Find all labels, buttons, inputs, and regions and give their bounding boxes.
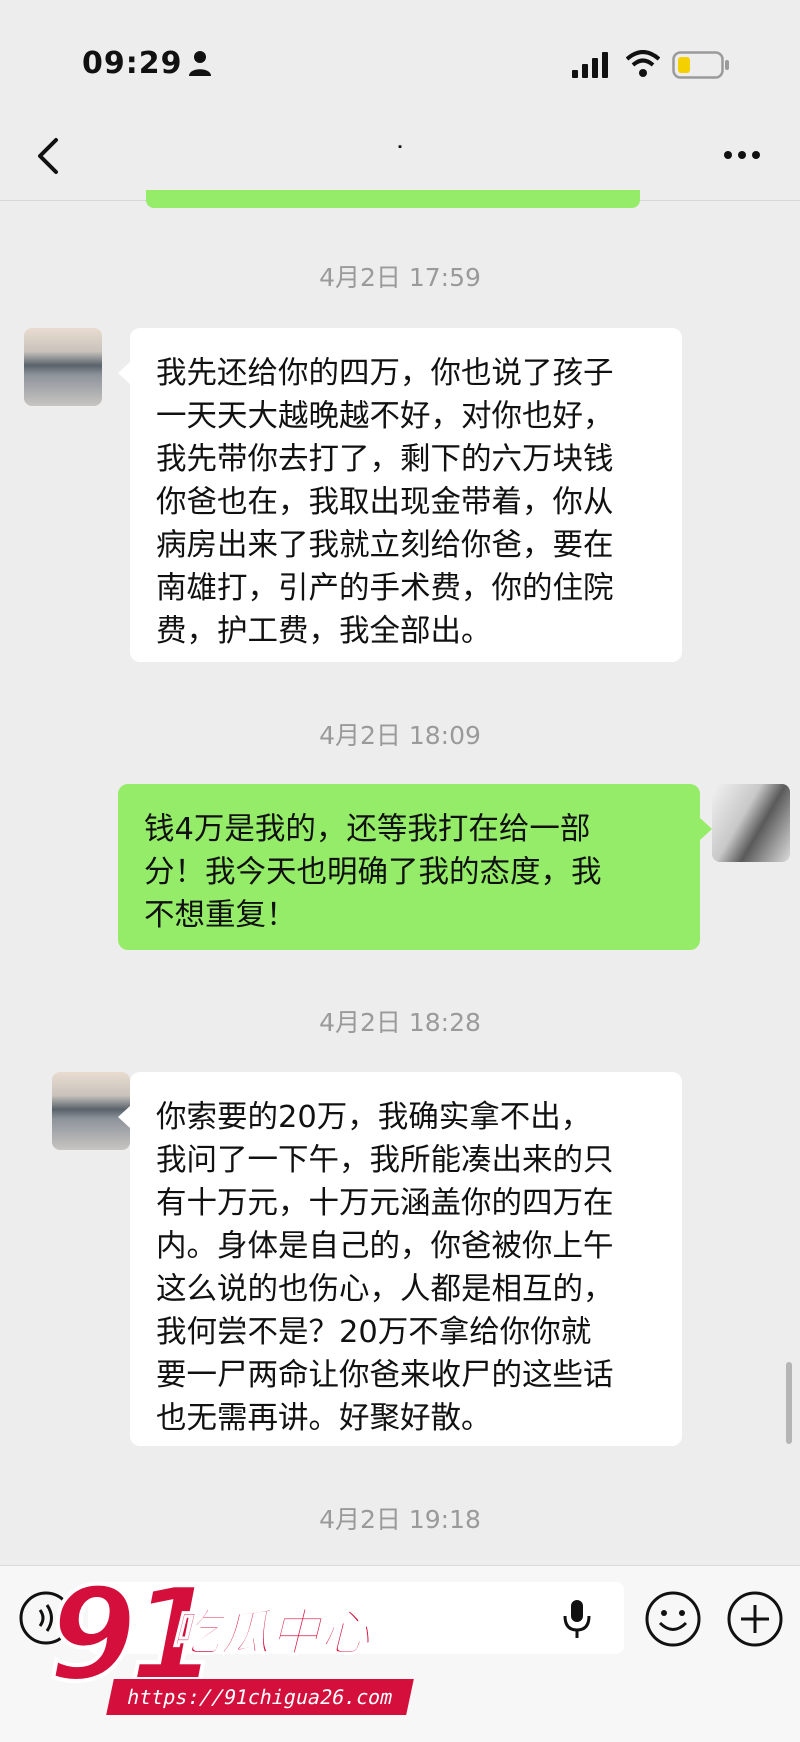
message-line: 我先还给你的四万，你也说了孩子 [156,356,614,391]
wifi-icon [626,50,660,77]
microphone-icon[interactable] [560,1598,594,1640]
status-bar: 09:29 [0,0,800,110]
timestamp: 4月2日 18:09 [319,721,481,750]
received-message-bubble[interactable]: 你索要的20万，我确实拿不出， 我问了一下午，我所能凑出来的只 有十万元，十万元… [118,1072,682,1446]
message-line: 有十万元，十万元涵盖你的四万在 [156,1186,614,1221]
chat-title: ˙ [393,140,407,173]
timestamp: 4月2日 17:59 [319,263,481,292]
message-line: 费，护工费，我全部出。 [156,614,492,649]
timestamp: 4月2日 18:28 [319,1008,481,1037]
sent-message-bubble[interactable]: 钱4万是我的，还等我打在给一部 分！我今天也明确了我的态度，我 不想重复！ [118,784,712,950]
status-time: 09:29 [82,46,183,81]
watermark-text: 吃瓜中心 [169,1603,371,1663]
message-line: 这么说的也伤心，人都是相互的， [156,1272,614,1307]
self-avatar[interactable] [712,784,790,862]
chat-header: ˙ [0,110,800,201]
message-line: 病房出来了我就立刻给你爸，要在 [156,528,614,563]
message-line: 不想重复！ [144,898,297,933]
message-line: 我先带你去打了，剩下的六万块钱 [156,442,614,477]
timestamp: 4月2日 19:18 [319,1505,481,1534]
message-line: 南雄打，引产的手术费，你的住院 [156,571,614,606]
watermark-url: https://91chigua26.com [106,1679,414,1715]
message-line: 要一尸两命让你爸来收尸的这些话 [156,1358,614,1393]
watermark-logo: 91 吃瓜中心 https://91chigua26.com [40,1559,414,1725]
emoji-icon[interactable] [644,1590,702,1648]
message-line: 一天天大越晚越不好，对你也好， [156,399,614,434]
message-line: 分！我今天也明确了我的态度，我 [144,855,602,890]
message-line: 内。身体是自己的，你爸被你上午 [156,1229,614,1264]
message-line: 钱4万是我的，还等我打在给一部 [144,812,591,847]
previous-sent-bubble [146,190,640,208]
back-button[interactable] [28,132,72,180]
message-line: 你爸也在，我取出现金带着，你从 [156,485,614,520]
signal-icon [572,52,608,78]
message-line: 我何尝不是？20万不拿给你你就 [156,1315,592,1350]
person-icon [189,51,211,76]
battery-icon [672,51,729,79]
message-line: 你索要的20万，我确实拿不出， [156,1100,592,1135]
contact-avatar[interactable] [24,328,102,406]
scrollbar[interactable] [786,1362,792,1444]
message-line: 我问了一下午，我所能凑出来的只 [156,1143,614,1178]
message-line: 也无需再讲。好聚好散。 [156,1401,492,1436]
received-message-bubble[interactable]: 我先还给你的四万，你也说了孩子 一天天大越晚越不好，对你也好， 我先带你去打了，… [118,328,682,662]
plus-icon[interactable] [726,1590,784,1648]
more-options-button[interactable] [720,140,764,170]
